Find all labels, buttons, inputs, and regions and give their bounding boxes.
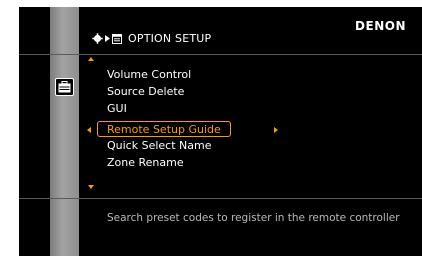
menu-item-gui[interactable]: GUI — [107, 101, 127, 117]
scroll-down-arrow-icon[interactable] — [88, 185, 94, 189]
menu-item-source-delete[interactable]: Source Delete — [107, 84, 184, 100]
page-header: OPTION SETUP — [92, 32, 211, 45]
menu-item-remote-setup-guide[interactable]: Remote Setup Guide — [97, 121, 231, 137]
header-divider — [19, 54, 422, 55]
help-description: Search preset codes to register in the r… — [107, 212, 400, 224]
scroll-up-arrow-icon[interactable] — [88, 57, 94, 61]
selected-left-arrow-icon[interactable] — [87, 127, 91, 133]
selected-right-arrow-icon[interactable] — [274, 127, 278, 133]
osd-screen: DENON OPTION SETUP Volume Control Source… — [19, 7, 422, 256]
footer-divider — [19, 198, 422, 199]
side-bar — [50, 7, 79, 256]
menu-item-zone-rename[interactable]: Zone Rename — [107, 155, 184, 171]
menu-icon — [112, 33, 122, 44]
menu-item-volume-control[interactable]: Volume Control — [107, 67, 191, 83]
page-title: OPTION SETUP — [128, 32, 212, 45]
breadcrumb-arrow-icon — [105, 35, 110, 42]
briefcase-icon — [55, 78, 74, 96]
menu-item-quick-select-name[interactable]: Quick Select Name — [107, 138, 211, 154]
brand-logo: DENON — [355, 19, 406, 33]
settings-icon — [92, 33, 103, 44]
